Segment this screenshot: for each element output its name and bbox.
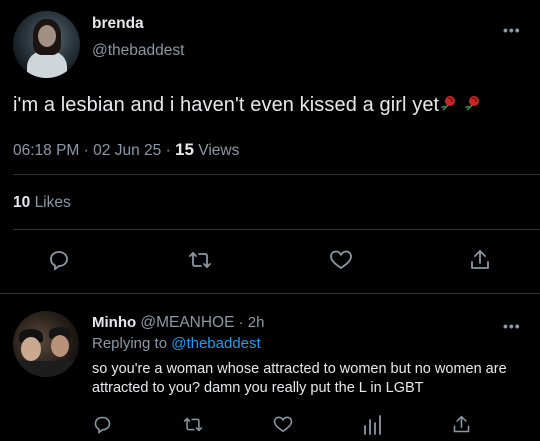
- share-icon[interactable]: [451, 414, 472, 435]
- reply-text: so you're a woman whose attracted to wom…: [92, 361, 507, 396]
- reply-author-avatar[interactable]: [13, 311, 79, 377]
- divider: [0, 293, 540, 294]
- tweet-date[interactable]: 02 Jun 25: [93, 142, 161, 159]
- tweet-text: i'm a lesbian and i haven't even kissed …: [13, 94, 482, 117]
- divider: [13, 174, 540, 175]
- reply-header: Minho @MEANHOE · 2h: [92, 314, 264, 332]
- divider: [13, 229, 540, 230]
- replying-to-label: Replying to: [92, 335, 168, 352]
- tweet-meta: 06:18 PM · 02 Jun 25 · 15 Views: [13, 140, 239, 160]
- likes-count: 10: [13, 194, 31, 211]
- meta-separator: ·: [83, 142, 89, 159]
- views-count[interactable]: 15: [175, 140, 194, 159]
- retweet-icon[interactable]: [187, 248, 213, 272]
- share-icon[interactable]: [468, 248, 492, 272]
- like-icon[interactable]: [328, 248, 354, 272]
- rose-icon: [464, 94, 482, 112]
- more-horizontal-icon[interactable]: •••: [503, 318, 521, 334]
- retweet-icon[interactable]: [182, 414, 204, 435]
- reply-author-display-name[interactable]: Minho: [92, 314, 136, 331]
- reply-time[interactable]: 2h: [248, 314, 265, 331]
- reply-icon[interactable]: [92, 414, 113, 435]
- reply-separator: ·: [238, 314, 244, 331]
- likes-stat[interactable]: 10 Likes: [13, 194, 71, 212]
- tweet-time[interactable]: 06:18 PM: [13, 142, 79, 159]
- meta-separator: ·: [165, 142, 171, 159]
- reply-author-handle[interactable]: @MEANHOE: [140, 314, 234, 331]
- reply-icon[interactable]: [47, 248, 71, 272]
- more-horizontal-icon[interactable]: •••: [503, 22, 521, 38]
- tweet-text-body: i'm a lesbian and i haven't even kissed …: [13, 94, 440, 116]
- like-icon[interactable]: [272, 414, 294, 435]
- author-avatar[interactable]: [13, 11, 80, 78]
- views-label[interactable]: Views: [198, 142, 239, 159]
- author-display-name[interactable]: brenda: [92, 15, 144, 33]
- views-icon[interactable]: [362, 414, 382, 435]
- rose-icon: [440, 94, 458, 112]
- replying-to: Replying to @thebaddest: [92, 335, 261, 352]
- replying-to-mention[interactable]: @thebaddest: [171, 335, 260, 352]
- likes-label: Likes: [34, 194, 71, 211]
- author-handle[interactable]: @thebaddest: [92, 42, 184, 60]
